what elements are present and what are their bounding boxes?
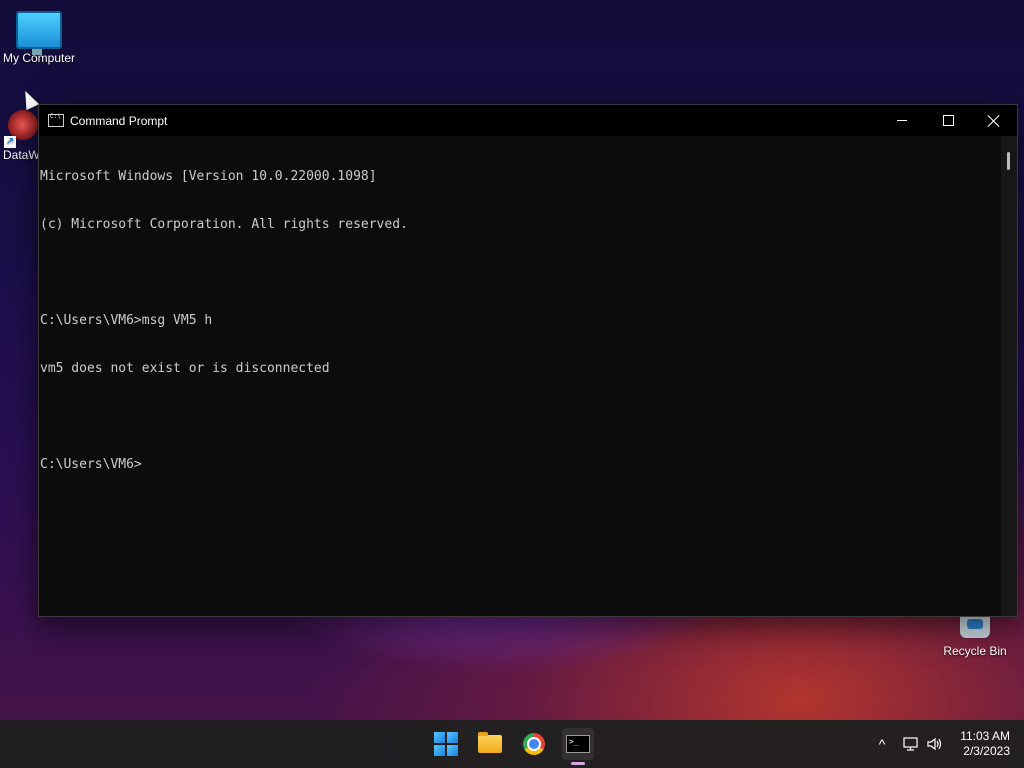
window-title: Command Prompt [70,113,168,128]
scrollbar-thumb[interactable] [1007,152,1010,170]
close-icon [988,115,1000,127]
taskbar-command-prompt[interactable] [562,728,594,760]
command-prompt-window[interactable]: Command Prompt Microsoft Windows [Versio… [38,104,1018,617]
console-output[interactable]: Microsoft Windows [Version 10.0.22000.10… [39,136,1001,616]
mouse-cursor-icon [18,87,40,111]
clock-date: 2/3/2023 [963,744,1010,758]
minimize-icon [897,120,907,121]
chevron-up-icon: ^ [878,736,886,752]
minimize-button[interactable] [879,105,925,136]
system-clock[interactable]: 11:03 AM 2/3/2023 [960,729,1010,759]
taskbar: ^ 11:03 AM 2/3/2023 [0,720,1024,768]
shortcut-arrow-icon: ↗ [4,136,16,148]
console-prompt-line[interactable]: C:\Users\VM6> [40,457,1001,473]
chrome-icon [523,733,545,755]
taskbar-file-explorer[interactable] [474,728,506,760]
folder-icon [478,732,502,753]
start-button[interactable] [430,728,462,760]
title-bar[interactable]: Command Prompt [39,105,1017,136]
console-line: C:\Users\VM6>msg VM5 h [40,313,213,328]
desktop-icon-label: Recycle Bin [943,644,1007,658]
maximize-icon [942,115,954,126]
vertical-scrollbar[interactable] [1001,136,1017,616]
maximize-button[interactable] [925,105,971,136]
console-line: vm5 does not exist or is disconnected [40,361,330,376]
show-hidden-icons-button[interactable]: ^ [872,720,892,768]
active-app-indicator [571,762,585,765]
taskbar-chrome[interactable] [518,728,550,760]
windows-logo-icon [434,732,458,756]
monitor-icon [16,11,62,55]
close-button[interactable] [971,105,1017,136]
desktop-icon-my-computer[interactable]: My Computer [0,8,78,65]
clock-time: 11:03 AM [960,729,1010,743]
volume-icon [927,737,942,751]
console-line: (c) Microsoft Corporation. All rights re… [40,217,408,232]
network-button[interactable] [900,720,922,768]
terminal-icon [566,735,590,753]
network-icon [903,737,918,751]
terminal-icon [48,113,64,127]
volume-button[interactable] [924,720,946,768]
console-line: Microsoft Windows [Version 10.0.22000.10… [40,169,377,184]
